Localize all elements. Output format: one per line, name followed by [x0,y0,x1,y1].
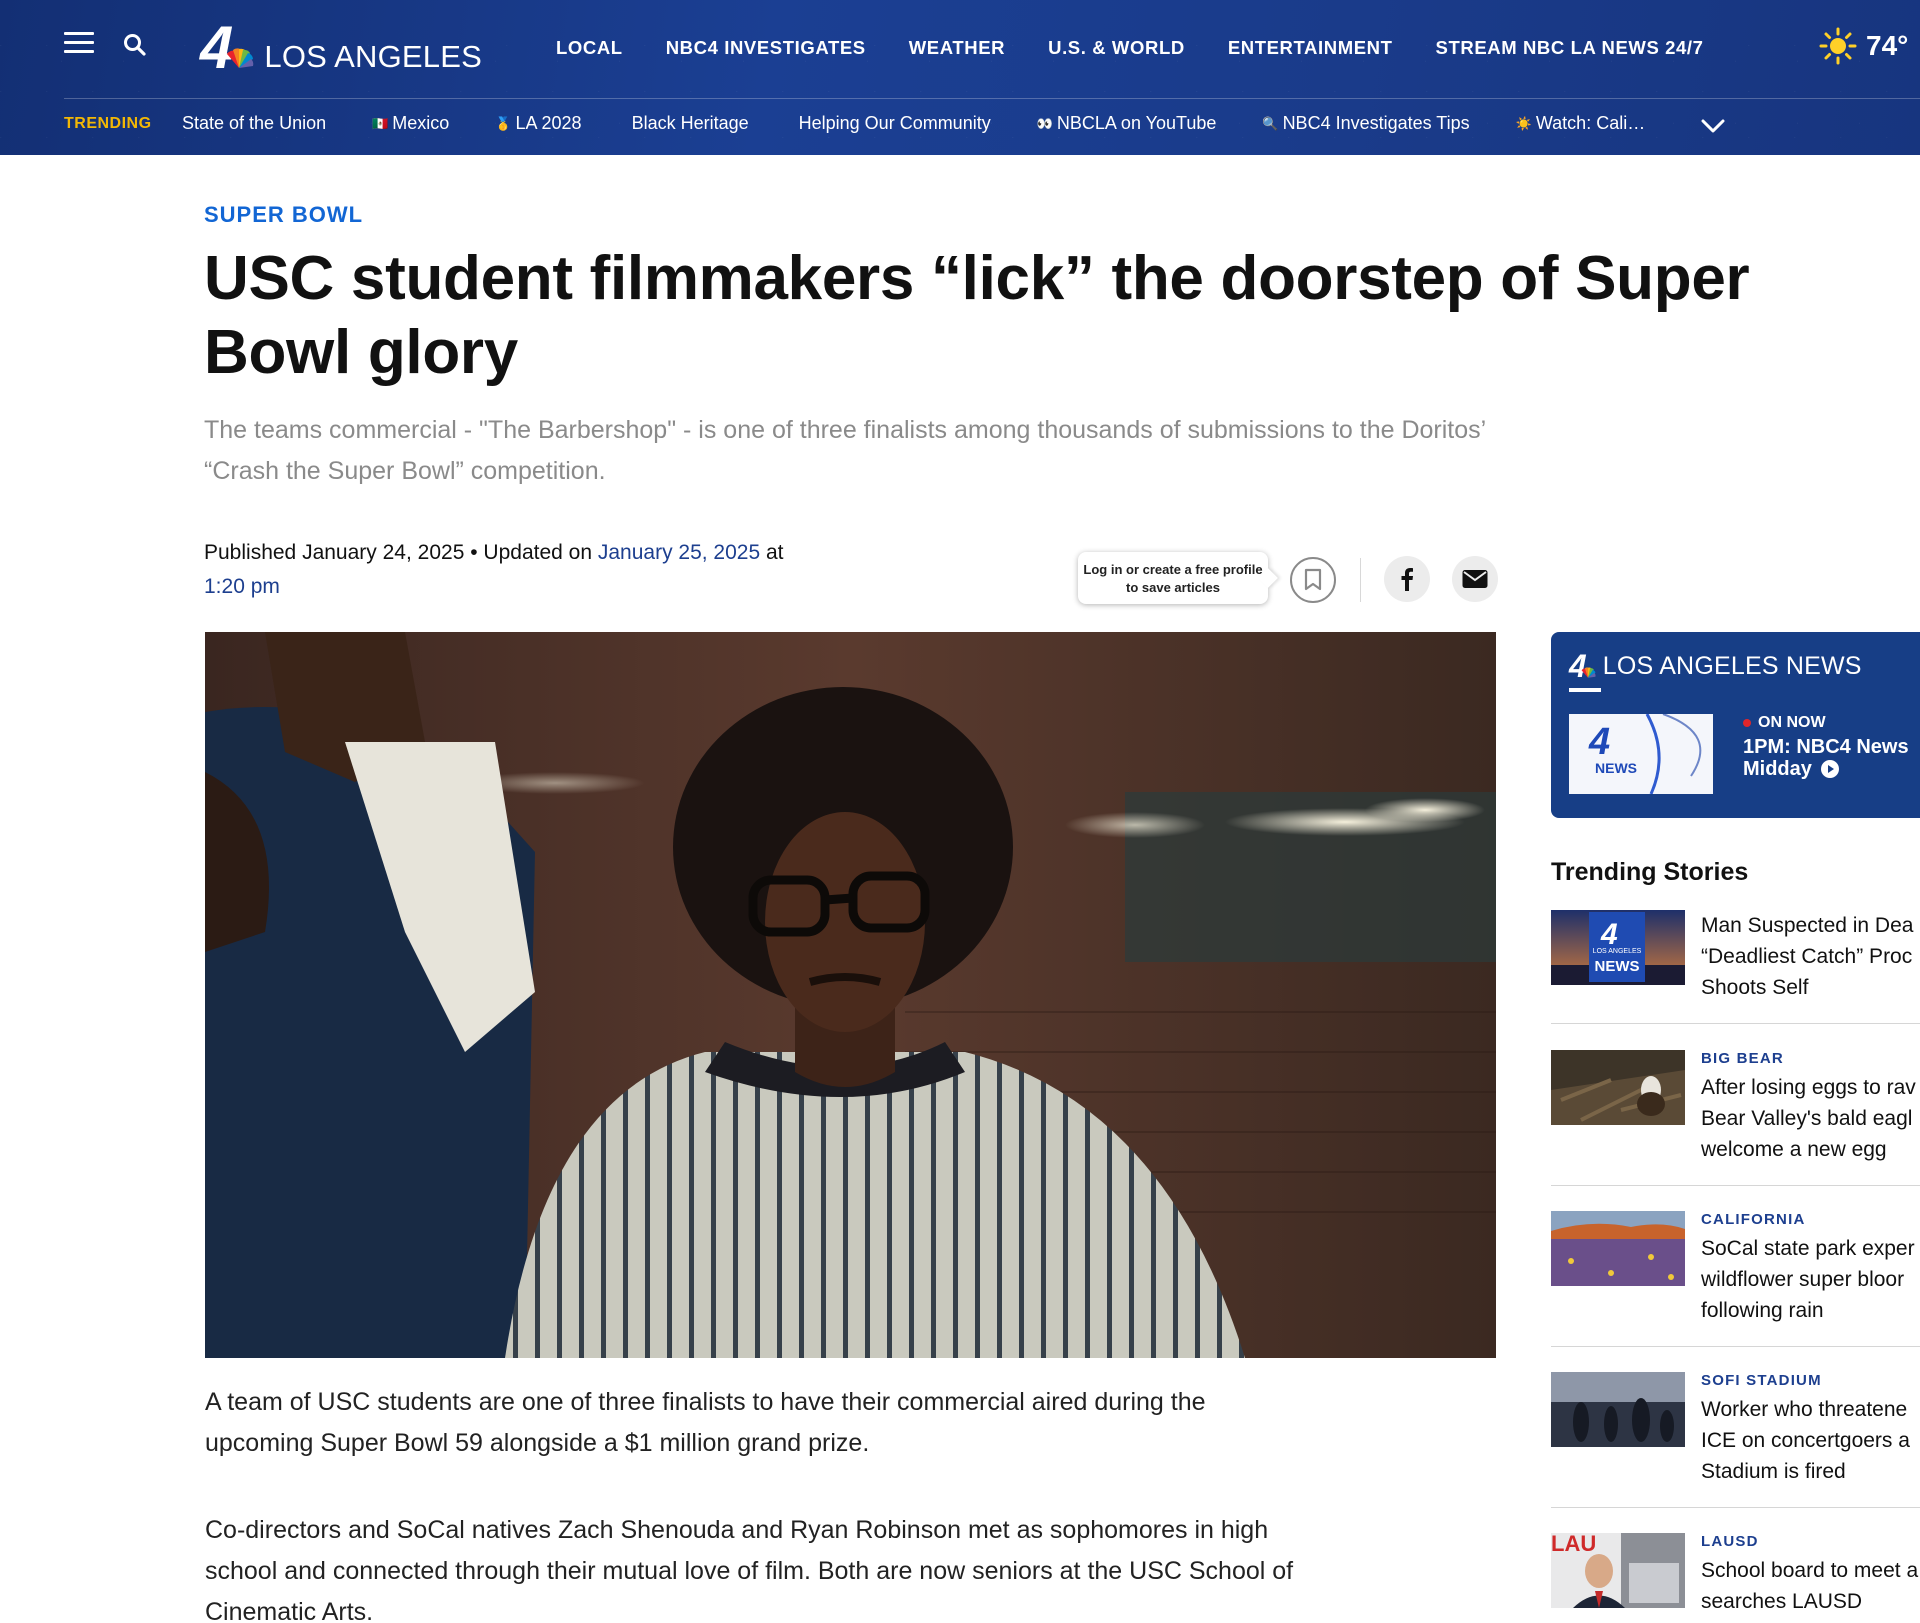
story-title[interactable]: Worker who threatene ICE on concertgoers… [1701,1394,1920,1487]
save-tooltip: Log in or create a free profile to save … [1078,552,1268,604]
trending-links: State of the Union 🇲🇽 Mexico 🥇 LA 2028 Bla… [178,113,1691,134]
story-category[interactable]: LAUSD [1701,1533,1759,1550]
live-dot [1743,719,1751,727]
weather-widget[interactable]: 74° [1818,26,1908,66]
article-headline: USC student filmmakers “lick” the doorst… [204,244,1750,387]
wildflower-image [1551,1211,1685,1286]
svg-text:4: 4 [1600,918,1618,951]
medal-icon: 🥇 [495,115,512,131]
byline-bullet: • [470,541,478,564]
article-byline: Published January 24, 2025 • Updated on … [204,536,844,604]
share-divider [1360,558,1361,602]
menu-icon[interactable] [64,32,94,54]
trending-link[interactable]: 🥇 LA 2028 [495,113,581,134]
story-category[interactable]: CALIFORNIA [1701,1211,1806,1228]
main-nav: LOCAL NBC4 INVESTIGATES WEATHER U.S. & W… [556,37,1747,59]
story-divider [1551,1507,1920,1508]
search-icon[interactable] [122,32,150,60]
published-prefix: Published [204,541,297,564]
eyes-icon: 👀 [1036,115,1053,131]
nav-stream[interactable]: STREAM NBC LA NEWS 24/7 [1436,37,1704,59]
nav-weather[interactable]: WEATHER [909,37,1005,59]
news-card-header: 4 LOS ANGELES NEWS [1569,648,1862,685]
news-card-title: LOS ANGELES NEWS [1602,652,1862,680]
nav-us-world[interactable]: U.S. & WORLD [1048,37,1185,59]
peacock-icon [1581,666,1596,678]
trending-bar: TRENDING State of the Union 🇲🇽 Mexico 🥇 LA… [0,99,1920,155]
story-thumbnail[interactable]: LAU [1551,1533,1685,1608]
updated-time: 1:20 pm [204,575,280,598]
bookmark-button[interactable] [1290,557,1336,603]
trending-label: TRENDING [64,115,152,132]
trending-link[interactable]: Helping Our Community [795,113,991,134]
published-date: January 24, 2025 [302,541,465,564]
story-title[interactable]: Man Suspected in Dea “Deadliest Catch” P… [1701,910,1920,1003]
program-title[interactable]: 1PM: NBC4 News Midday [1743,736,1920,780]
trending-stories-title: Trending Stories [1551,858,1749,886]
story-title[interactable]: SoCal state park exper wildflower super … [1701,1233,1920,1326]
story-category[interactable]: BIG BEAR [1701,1050,1784,1067]
story-thumbnail[interactable] [1551,1372,1685,1447]
trending-story[interactable]: BIG BEAR After losing eggs to rav Bear V… [1551,1050,1920,1200]
trending-link[interactable]: 🇲🇽 Mexico [372,113,449,134]
logo-city: LOS ANGELES [264,39,482,74]
updated-date: January 25, 2025 [597,541,761,564]
at-word: at [766,541,784,564]
story-title[interactable]: School board to meet a searches LAUSD [1701,1555,1920,1617]
site-header: 4 LOS ANGELES LOCAL NBC4 INVESTIGATES WE… [0,0,1920,155]
news-logo-thumb: 4 [1569,714,1713,794]
magnifier-icon: 🔍 [1262,115,1279,131]
nav-nbc4-investigates[interactable]: NBC4 INVESTIGATES [666,37,866,59]
stadium-crowd-image [1551,1372,1685,1447]
barbershop-photo [205,632,1496,1358]
facebook-icon [1401,568,1413,591]
trending-story[interactable]: SOFI STADIUM Worker who threatene ICE on… [1551,1372,1920,1522]
trending-link[interactable]: Black Heritage [628,113,749,134]
story-divider [1551,1185,1920,1186]
article-paragraph: A team of USC students are one of three … [205,1388,1206,1457]
updated-prefix: Updated on [483,541,593,564]
trending-link[interactable]: 👀 NBCLA on YouTube [1037,113,1217,134]
site-logo[interactable]: 4 LOS ANGELES [200,18,482,78]
story-divider [1551,1023,1920,1024]
los-angeles-news-card: 4 LOS ANGELES NEWS 4 NEWS ON NOW 1PM: NB… [1551,632,1920,818]
on-now-badge: ON NOW [1743,714,1826,732]
on-now-label: ON NOW [1758,714,1826,731]
story-title[interactable]: After losing eggs to rav Bear Valley's b… [1701,1072,1920,1165]
mexico-flag-icon: 🇲🇽 [372,115,389,131]
chevron-down-icon[interactable] [1700,117,1726,135]
story-thumbnail[interactable] [1551,1050,1685,1125]
thumb-news-label: NEWS [1595,760,1637,776]
sun-small-icon: ☀️ [1515,115,1532,131]
news-card-underline [1569,688,1601,692]
facebook-share-button[interactable] [1384,556,1430,602]
nav-entertainment[interactable]: ENTERTAINMENT [1228,37,1393,59]
nav-local[interactable]: LOCAL [556,37,623,59]
trending-story[interactable]: LAU LAUSD School board to meet a searche… [1551,1533,1920,1623]
peacock-icon [227,48,254,68]
temperature: 74° [1866,30,1909,61]
envelope-icon [1462,570,1488,588]
story-category[interactable]: SOFI STADIUM [1701,1372,1822,1389]
article-category[interactable]: SUPER BOWL [204,202,363,228]
trending-story[interactable]: CALIFORNIA SoCal state park exper wildfl… [1551,1211,1920,1361]
hero-image [205,632,1496,1358]
trending-link[interactable]: ☀️ Watch: Cali… [1516,113,1646,134]
sun-icon [1819,27,1857,65]
story-divider [1551,1346,1920,1347]
trending-link[interactable]: State of the Union [178,113,326,134]
trending-story[interactable]: 4 LOS ANGELES NEWS Man Suspected in Dea … [1551,910,1920,1060]
story-thumbnail[interactable] [1551,1211,1685,1286]
header-top-row: 4 LOS ANGELES LOCAL NBC4 INVESTIGATES WE… [0,0,1920,98]
live-stream-thumbnail[interactable]: 4 NEWS [1569,714,1713,794]
eagle-nest-image [1551,1050,1685,1125]
play-icon [1821,760,1840,778]
article-paragraph: Co-directors and SoCal natives Zach Shen… [205,1516,1294,1623]
trending-link[interactable]: 🔍 NBC4 Investigates Tips [1262,113,1469,134]
bookmark-icon [1304,568,1322,591]
email-share-button[interactable] [1452,556,1498,602]
svg-text:4: 4 [1588,721,1610,763]
article-dek: The teams commercial - "The Barbershop" … [204,416,1486,485]
story-thumbnail[interactable]: 4 LOS ANGELES NEWS [1551,910,1685,985]
